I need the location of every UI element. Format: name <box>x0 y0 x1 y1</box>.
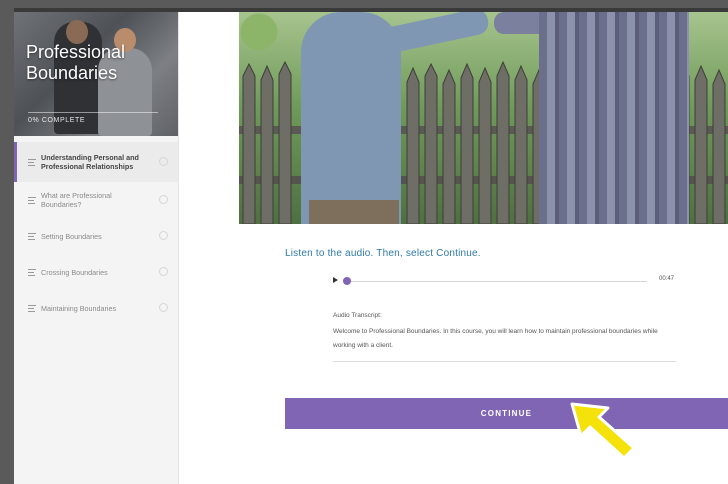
course-title-line2: Boundaries <box>26 63 118 83</box>
lesson-list: Understanding Personal and Professional … <box>14 142 178 326</box>
audio-scrubber[interactable] <box>343 277 351 285</box>
lesson-item[interactable]: Crossing Boundaries <box>14 254 178 290</box>
lesson-lines-icon <box>28 232 36 240</box>
transcript-label: Audio Transcript: <box>333 312 382 319</box>
course-hero: Professional Boundaries 0% COMPLETE <box>14 12 178 136</box>
lesson-label: Understanding Personal and Professional … <box>41 153 139 171</box>
photo-man-legs <box>309 200 399 224</box>
course-title: Professional Boundaries <box>26 42 125 84</box>
lesson-status-icon <box>159 157 168 166</box>
audio-time: 00:47 <box>658 276 674 282</box>
cursor-arrow-icon <box>570 402 636 460</box>
lesson-lines-icon <box>28 304 36 312</box>
lesson-status-icon <box>159 267 168 276</box>
lesson-label: What are Professional Boundaries? <box>41 191 112 209</box>
audio-player: 00:47 <box>333 275 678 289</box>
lesson-label: Maintaining Boundaries <box>41 303 117 313</box>
photo-man-arm <box>377 12 491 56</box>
course-progress-bar <box>28 112 158 113</box>
lesson-lines-icon <box>28 196 36 204</box>
lesson-item[interactable]: Maintaining Boundaries <box>14 290 178 326</box>
photo-person-woman <box>539 12 689 224</box>
transcript-divider <box>333 361 676 362</box>
lesson-lines-icon <box>28 158 36 166</box>
lesson-status-icon <box>159 231 168 240</box>
lesson-item[interactable]: Understanding Personal and Professional … <box>14 142 178 182</box>
audio-progress-track[interactable] <box>349 281 647 282</box>
lesson-label: Crossing Boundaries <box>41 267 108 277</box>
lesson-item[interactable]: Setting Boundaries <box>14 218 178 254</box>
instruction-text: Listen to the audio. Then, select Contin… <box>285 248 481 259</box>
lesson-photo <box>239 12 728 224</box>
lesson-status-icon <box>159 195 168 204</box>
transcript-body: Welcome to Professional Boundaries. In t… <box>333 328 658 349</box>
sidebar: Professional Boundaries 0% COMPLETE Unde… <box>14 12 179 484</box>
lesson-lines-icon <box>28 268 36 276</box>
lesson-item[interactable]: What are Professional Boundaries? <box>14 182 178 218</box>
lesson-label: Setting Boundaries <box>41 231 102 241</box>
continue-button[interactable]: CONTINUE <box>285 398 728 429</box>
audio-transcript: Audio Transcript: Welcome to Professiona… <box>333 312 676 353</box>
lesson-status-icon <box>159 303 168 312</box>
course-title-line1: Professional <box>26 42 126 62</box>
course-progress-label: 0% COMPLETE <box>28 117 86 124</box>
play-icon[interactable] <box>333 277 338 283</box>
